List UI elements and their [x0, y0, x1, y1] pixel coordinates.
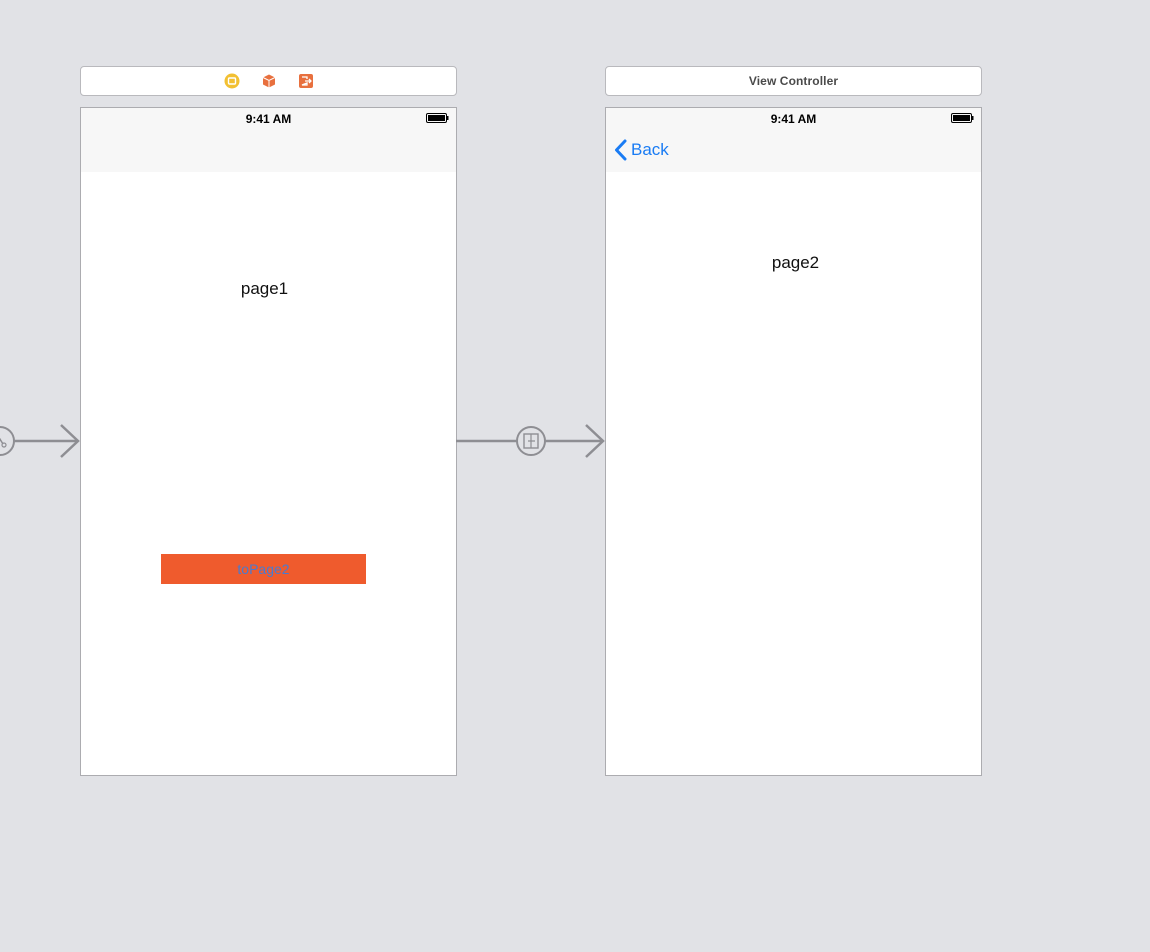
- first-responder-icon[interactable]: [261, 73, 277, 89]
- dock-icons: [224, 73, 314, 89]
- to-page2-button[interactable]: toPage2: [161, 554, 366, 584]
- status-bar: 9:41 AM: [81, 108, 456, 128]
- scene-title: View Controller: [748, 74, 839, 88]
- view-controller-scene-1[interactable]: 9:41 AM page1 toPage2: [80, 107, 457, 776]
- page-label: page1: [240, 279, 289, 298]
- battery-icon: [426, 113, 449, 123]
- page-label: page2: [771, 253, 820, 272]
- view-controller-icon[interactable]: [224, 73, 240, 89]
- back-label: Back: [631, 140, 669, 159]
- status-bar: 9:41 AM: [606, 108, 981, 128]
- scene-dock-1: [80, 66, 457, 96]
- chevron-left-icon: [615, 139, 627, 161]
- scene-dock-2[interactable]: View Controller: [605, 66, 982, 96]
- battery-icon: [951, 113, 974, 123]
- status-time: 9:41 AM: [770, 112, 817, 126]
- back-button[interactable]: Back: [614, 139, 669, 161]
- view-controller-scene-2[interactable]: 9:41 AM Back page2: [605, 107, 982, 776]
- status-time: 9:41 AM: [245, 112, 292, 126]
- show-segue[interactable]: [456, 422, 608, 460]
- entry-point-arrow[interactable]: [0, 422, 82, 460]
- storyboard-canvas: View Controller 9:41 AM page1 toPage2 9:…: [0, 0, 1150, 952]
- exit-icon[interactable]: [298, 73, 314, 89]
